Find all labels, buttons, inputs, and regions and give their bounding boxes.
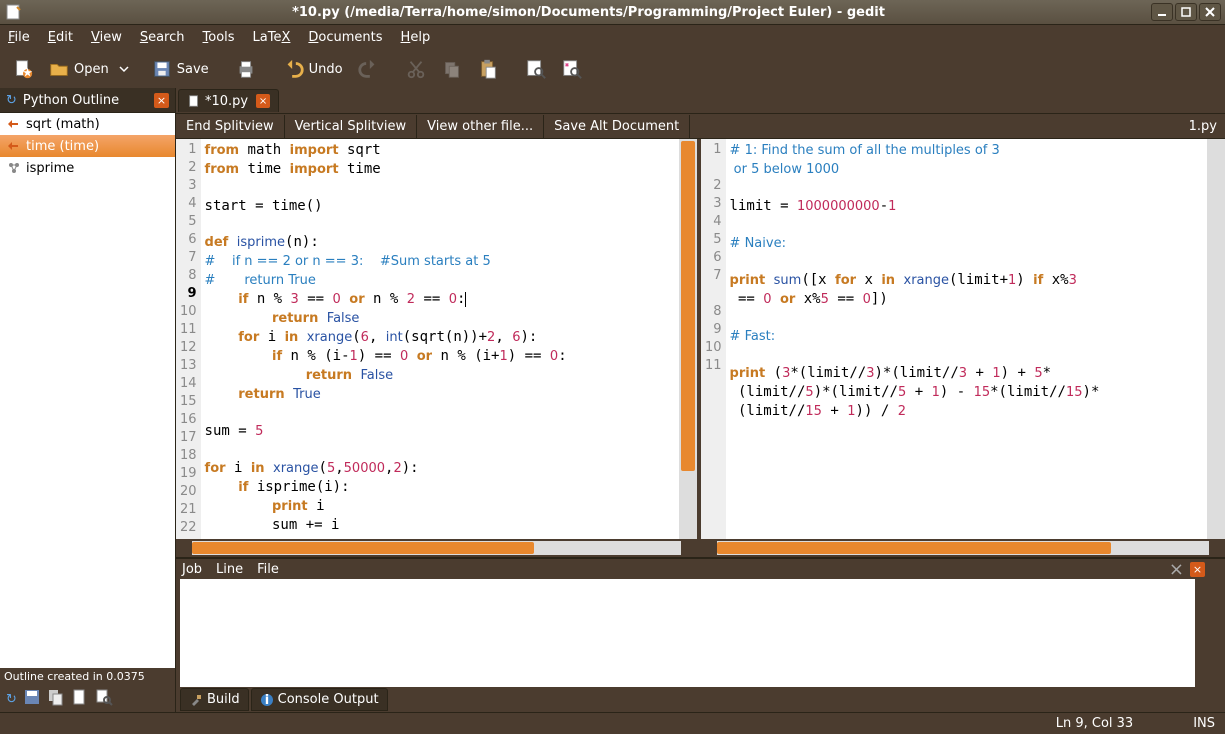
menu-tools[interactable]: Tools (203, 30, 235, 45)
bottom-header: Job Line File × × (176, 559, 1225, 579)
menu-documents[interactable]: Documents (308, 30, 382, 45)
cut-button[interactable] (399, 54, 433, 84)
svg-text:★: ★ (22, 65, 33, 79)
outline-tree[interactable]: sqrt (math) time (time) isprime (0, 113, 175, 668)
window-title: *10.py (/media/Terra/home/simon/Document… (28, 5, 1149, 20)
app-icon (4, 2, 24, 22)
class-icon (6, 160, 22, 176)
menu-latex[interactable]: LaTeX (253, 30, 291, 45)
find-button[interactable] (519, 54, 553, 84)
vscroll-left[interactable] (679, 139, 697, 539)
toolbar: ★ Open Save Undo (0, 50, 1225, 88)
outline-item[interactable]: sqrt (math) (0, 113, 175, 135)
hscroll-left[interactable] (176, 539, 697, 557)
new-button[interactable]: ★ (6, 54, 40, 84)
function-icon (6, 116, 22, 132)
sidebar-tools: ↻ (0, 686, 175, 712)
vertical-splitview-button[interactable]: Vertical Splitview (285, 115, 418, 138)
col-file[interactable]: File (257, 562, 279, 577)
insert-mode: INS (1193, 716, 1215, 731)
print-button[interactable] (229, 54, 263, 84)
tool-search-icon[interactable] (95, 688, 113, 710)
menu-edit[interactable]: Edit (48, 30, 73, 45)
code-right[interactable]: # 1: Find the sum of all the multiples o… (726, 139, 1207, 539)
hscroll-right[interactable] (701, 539, 1225, 557)
sidebar-close-icon[interactable]: × (154, 93, 169, 108)
panel-close-icon[interactable]: × (1190, 562, 1205, 577)
bottom-tabs: Build i Console Output (176, 687, 1225, 712)
tab-build[interactable]: Build (180, 688, 249, 711)
minimize-button[interactable] (1151, 3, 1173, 21)
save-alt-document-button[interactable]: Save Alt Document (544, 115, 690, 138)
tool-doc-icon[interactable] (71, 688, 89, 710)
statusbar: Ln 9, Col 33 INS (0, 712, 1225, 734)
paste-button[interactable] (471, 54, 505, 84)
cursor-position: Ln 9, Col 33 (1056, 716, 1133, 731)
vscroll-right[interactable] (1207, 139, 1225, 539)
maximize-button[interactable] (1175, 3, 1197, 21)
outline-item[interactable]: isprime (0, 157, 175, 179)
sidebar-status: Outline created in 0.0375 (0, 668, 175, 686)
tab-console[interactable]: i Console Output (251, 688, 388, 711)
undo-button[interactable]: Undo (277, 54, 349, 84)
menu-help[interactable]: Help (401, 30, 431, 45)
outline-item[interactable]: time (time) (0, 135, 175, 157)
document-tab[interactable]: *10.py × (178, 89, 279, 112)
tool-refresh-icon[interactable]: ↻ (6, 692, 17, 707)
gutter-left: 12345678910111213141516171819202122 (176, 139, 201, 539)
view-other-file-button[interactable]: View other file... (417, 115, 544, 138)
copy-button[interactable] (435, 54, 469, 84)
tab-close-icon[interactable]: × (256, 94, 270, 108)
svg-text:i: i (264, 693, 268, 707)
code-left[interactable]: from math import sqrt from time import t… (201, 139, 679, 539)
editor-left: 12345678910111213141516171819202122 from… (176, 139, 701, 557)
close-button[interactable] (1199, 3, 1221, 21)
hammer-icon (189, 693, 203, 707)
document-tabs: *10.py × (176, 88, 1225, 113)
menu-view[interactable]: View (91, 30, 122, 45)
menubar: File Edit View Search Tools LaTeX Docume… (0, 25, 1225, 50)
right-file-label: 1.py (1189, 119, 1225, 134)
gutter-right: 1 234567 891011 (701, 139, 726, 539)
tool-copy-icon[interactable] (47, 688, 65, 710)
col-line[interactable]: Line (216, 562, 243, 577)
tool-save-icon[interactable] (23, 688, 41, 710)
console-output[interactable] (180, 579, 1195, 687)
split-toolbar: End Splitview Vertical Splitview View ot… (176, 113, 1225, 139)
end-splitview-button[interactable]: End Splitview (176, 115, 285, 138)
titlebar: *10.py (/media/Terra/home/simon/Document… (0, 0, 1225, 25)
function-icon (6, 138, 22, 154)
editor-right: 1 234567 891011 # 1: Find the sum of all… (701, 139, 1225, 557)
col-job[interactable]: Job (182, 562, 202, 577)
file-icon (187, 94, 201, 108)
menu-file[interactable]: File (8, 30, 30, 45)
sidebar: ↻ Python Outline × sqrt (math) time (tim… (0, 88, 176, 712)
info-icon: i (260, 693, 274, 707)
panel-dismiss-icon[interactable]: × (1169, 559, 1184, 580)
save-button[interactable]: Save (145, 54, 215, 84)
open-dropdown[interactable] (117, 64, 131, 74)
find-replace-button[interactable] (555, 54, 589, 84)
open-button[interactable]: Open (42, 54, 115, 84)
menu-search[interactable]: Search (140, 30, 185, 45)
main-area: *10.py × End Splitview Vertical Splitvie… (176, 88, 1225, 712)
redo-button[interactable] (351, 54, 385, 84)
bottom-panel: Job Line File × × Build i Console Output (176, 557, 1225, 712)
refresh-icon[interactable]: ↻ (6, 93, 17, 108)
sidebar-tab[interactable]: ↻ Python Outline × (0, 88, 175, 113)
